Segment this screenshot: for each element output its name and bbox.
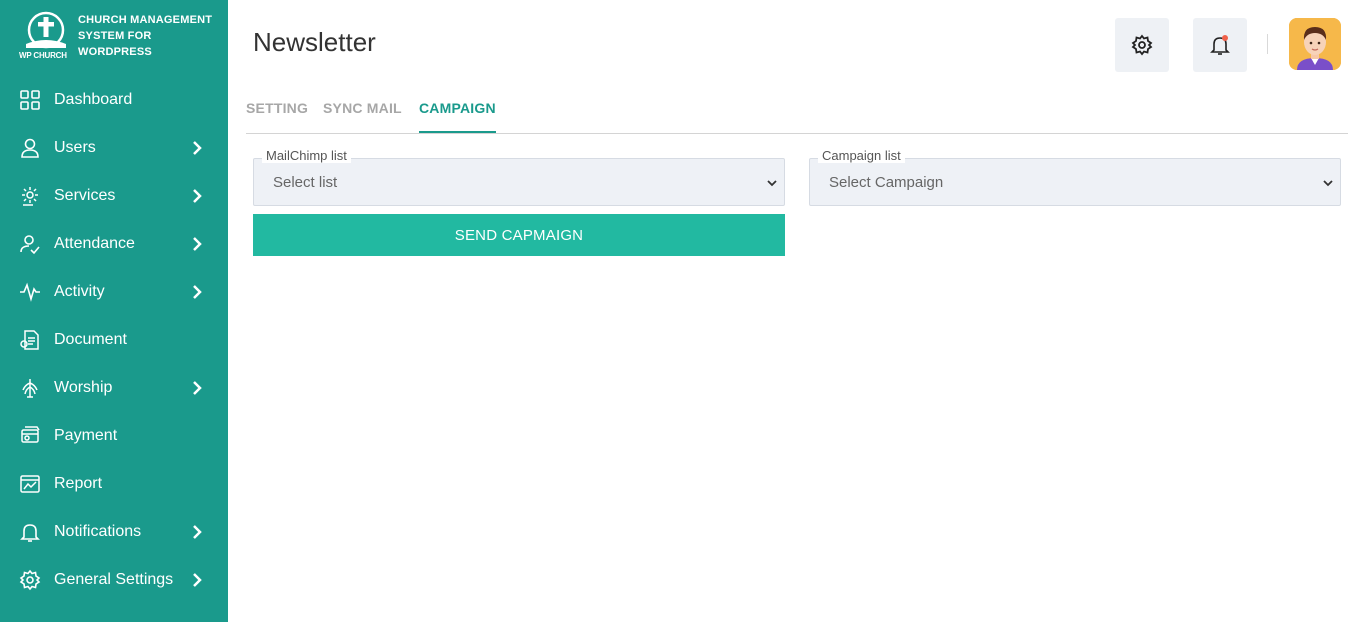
- gear-icon: [1131, 34, 1153, 56]
- sidebar-item-label: Payment: [54, 427, 118, 444]
- dashboard-icon: [19, 89, 41, 111]
- sidebar-item-notifications[interactable]: Notifications: [0, 508, 228, 556]
- sidebar-item-label: Notifications: [54, 523, 142, 540]
- sidebar-item-general-settings[interactable]: General Settings: [0, 556, 228, 604]
- tab-campaign[interactable]: CAMPAIGN: [419, 100, 496, 133]
- user-avatar-icon: [1289, 18, 1341, 70]
- chevron-right-icon: [190, 381, 204, 395]
- sidebar-item-label: Document: [54, 331, 127, 348]
- sidebar-item-label: General Settings: [54, 571, 174, 588]
- chevron-right-icon: [190, 285, 204, 299]
- notifications-button[interactable]: [1193, 18, 1247, 72]
- sidebar-item-label: Dashboard: [54, 91, 133, 108]
- header-divider: [1267, 34, 1268, 54]
- tab-setting[interactable]: SETTING: [246, 100, 308, 133]
- chevron-right-icon: [190, 141, 204, 155]
- avatar[interactable]: [1289, 18, 1341, 70]
- tab-bar: SETTING SYNC MAIL CAMPAIGN: [246, 96, 1348, 134]
- mailchimp-list-value: Select list: [273, 174, 338, 191]
- chevron-down-icon: [767, 180, 777, 187]
- sidebar-item-activity[interactable]: Activity: [0, 268, 228, 316]
- brand-line-1: CHURCH MANAGEMENT: [78, 14, 213, 26]
- campaign-list-select[interactable]: Select Campaign: [809, 158, 1341, 206]
- payment-icon: [19, 425, 41, 447]
- chevron-right-icon: [190, 525, 204, 539]
- sidebar-item-label: Users: [54, 139, 96, 156]
- activity-icon: [19, 281, 41, 303]
- chevron-right-icon: [190, 237, 204, 251]
- campaign-list-value: Select Campaign: [829, 174, 944, 191]
- sidebar-item-document[interactable]: Document: [0, 316, 228, 364]
- sidebar-item-label: Attendance: [54, 235, 135, 252]
- chevron-down-icon: [1323, 180, 1333, 187]
- sidebar-item-report[interactable]: Report: [0, 460, 228, 508]
- campaign-list-label: Campaign list: [818, 148, 905, 163]
- mailchimp-list-select[interactable]: Select list: [253, 158, 785, 206]
- bell-icon: [1210, 35, 1230, 55]
- brand-mark-text: WP CHURCH: [19, 51, 67, 60]
- sidebar-item-label: Worship: [54, 379, 113, 396]
- brand-name: CHURCH MANAGEMENT SYSTEM FOR WORDPRESS: [78, 12, 218, 60]
- bell-icon: [19, 521, 41, 543]
- sidebar-item-payment[interactable]: Payment: [0, 412, 228, 460]
- settings-button[interactable]: [1115, 18, 1169, 72]
- sidebar-item-label: Report: [54, 475, 103, 492]
- sidebar-item-services[interactable]: Services: [0, 172, 228, 220]
- user-icon: [19, 137, 41, 159]
- document-icon: [19, 329, 41, 351]
- brand-line-3: WORDPRESS: [78, 46, 152, 58]
- services-icon: [19, 185, 41, 207]
- brand-line-2: SYSTEM FOR: [78, 30, 152, 42]
- sidebar-item-label: Activity: [54, 283, 105, 300]
- sidebar-item-label: Services: [54, 187, 116, 204]
- brand-logo[interactable]: WP CHURCH CHURCH MANAGEMENT SYSTEM FOR W…: [18, 10, 218, 64]
- chevron-right-icon: [190, 189, 204, 203]
- worship-icon: [19, 377, 41, 399]
- sidebar-item-worship[interactable]: Worship: [0, 364, 228, 412]
- send-campaign-button[interactable]: SEND CAPMAIGN: [253, 214, 785, 256]
- gear-icon: [19, 569, 41, 591]
- mailchimp-list-label: MailChimp list: [262, 148, 351, 163]
- sidebar-item-dashboard[interactable]: Dashboard: [0, 76, 228, 124]
- attendance-icon: [19, 233, 41, 255]
- report-icon: [19, 473, 41, 495]
- chevron-right-icon: [190, 573, 204, 587]
- page-title: Newsletter: [253, 27, 376, 57]
- sidebar-nav: Dashboard Users Services Attendance Acti…: [0, 76, 228, 604]
- sidebar-item-attendance[interactable]: Attendance: [0, 220, 228, 268]
- sidebar: WP CHURCH CHURCH MANAGEMENT SYSTEM FOR W…: [0, 0, 228, 622]
- tab-sync-mail[interactable]: SYNC MAIL: [323, 100, 402, 133]
- sidebar-item-users[interactable]: Users: [0, 124, 228, 172]
